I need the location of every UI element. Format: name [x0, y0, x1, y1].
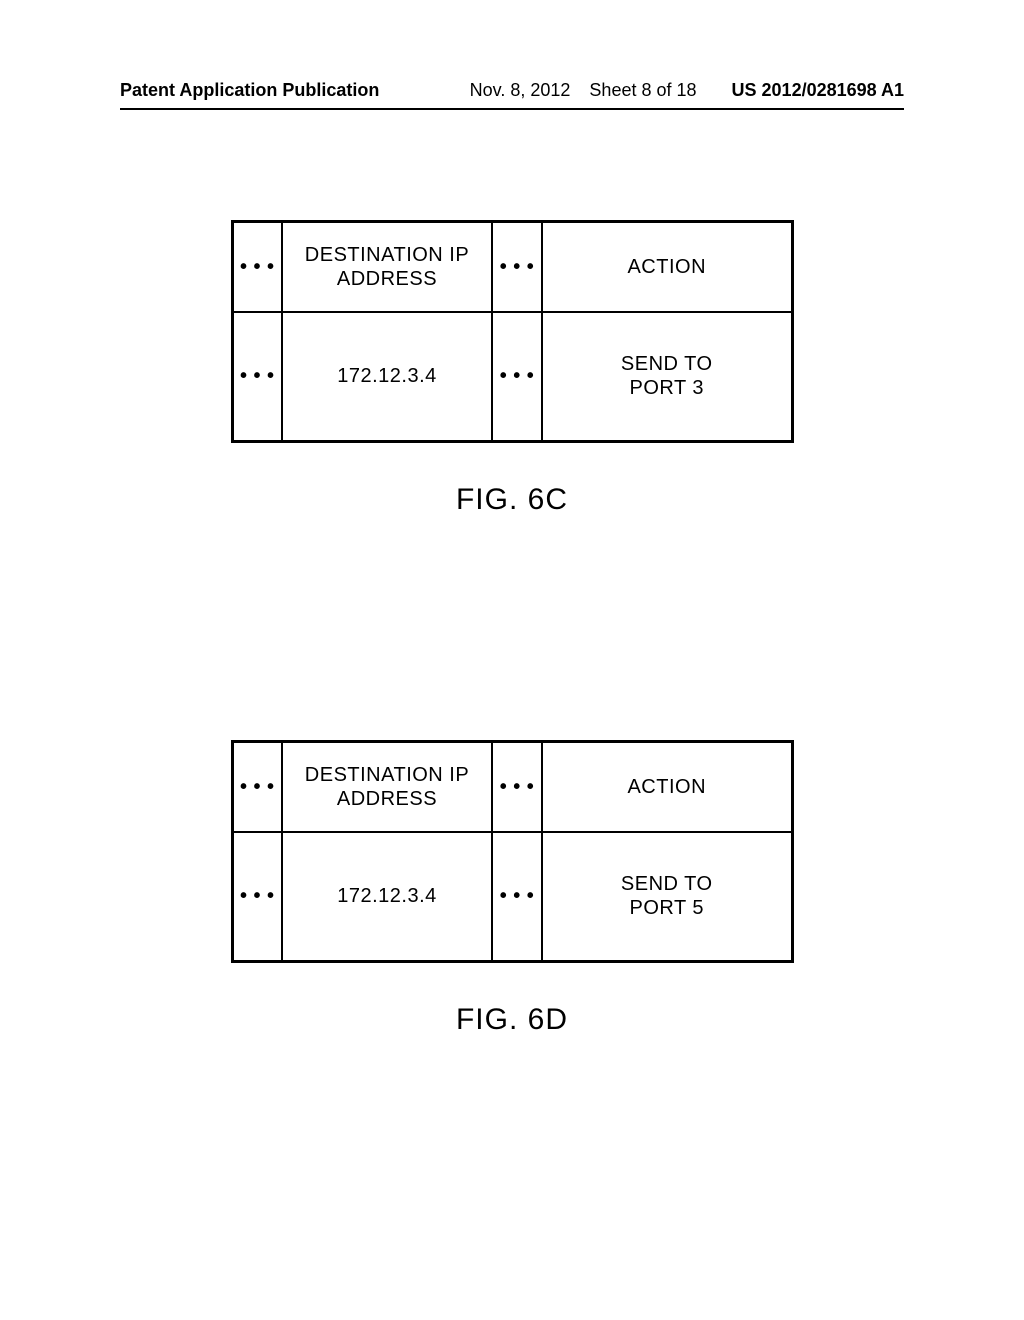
table-row: • • • 172.12.3.4 • • • SEND TOPORT 5	[232, 832, 792, 962]
table-row: • • • 172.12.3.4 • • • SEND TOPORT 3	[232, 312, 792, 442]
dest-ip-header: DESTINATION IPADDRESS	[282, 222, 492, 312]
ellipsis-cell: • • •	[492, 832, 542, 962]
figure-6d-block: • • • DESTINATION IPADDRESS • • • ACTION…	[0, 740, 1024, 1037]
figure-6c-table: • • • DESTINATION IPADDRESS • • • ACTION…	[231, 220, 794, 443]
action-value: SEND TOPORT 5	[542, 832, 792, 962]
header-divider	[120, 108, 904, 110]
dest-ip-value: 172.12.3.4	[282, 832, 492, 962]
figure-6c-label: FIG. 6C	[456, 483, 568, 517]
header-date: Nov. 8, 2012	[470, 80, 571, 100]
ellipsis-cell: • • •	[492, 312, 542, 442]
figure-6d-label: FIG. 6D	[456, 1003, 568, 1037]
action-header: ACTION	[542, 742, 792, 832]
table-row: • • • DESTINATION IPADDRESS • • • ACTION	[232, 742, 792, 832]
ellipsis-cell: • • •	[232, 222, 282, 312]
ellipsis-cell: • • •	[232, 742, 282, 832]
ellipsis-cell: • • •	[232, 832, 282, 962]
header-pubnum: US 2012/0281698 A1	[732, 80, 904, 100]
table-row: • • • DESTINATION IPADDRESS • • • ACTION	[232, 222, 792, 312]
ellipsis-cell: • • •	[492, 742, 542, 832]
ellipsis-cell: • • •	[492, 222, 542, 312]
header-right-block: Nov. 8, 2012 Sheet 8 of 18 US 2012/02816…	[470, 80, 904, 101]
action-value: SEND TOPORT 3	[542, 312, 792, 442]
ellipsis-cell: • • •	[232, 312, 282, 442]
page-header: Patent Application Publication Nov. 8, 2…	[0, 80, 1024, 101]
header-sheet: Sheet 8 of 18	[589, 80, 696, 100]
header-publication-type: Patent Application Publication	[120, 80, 379, 101]
dest-ip-header: DESTINATION IPADDRESS	[282, 742, 492, 832]
figure-6d-table: • • • DESTINATION IPADDRESS • • • ACTION…	[231, 740, 794, 963]
action-header: ACTION	[542, 222, 792, 312]
dest-ip-value: 172.12.3.4	[282, 312, 492, 442]
figure-6c-block: • • • DESTINATION IPADDRESS • • • ACTION…	[0, 220, 1024, 517]
